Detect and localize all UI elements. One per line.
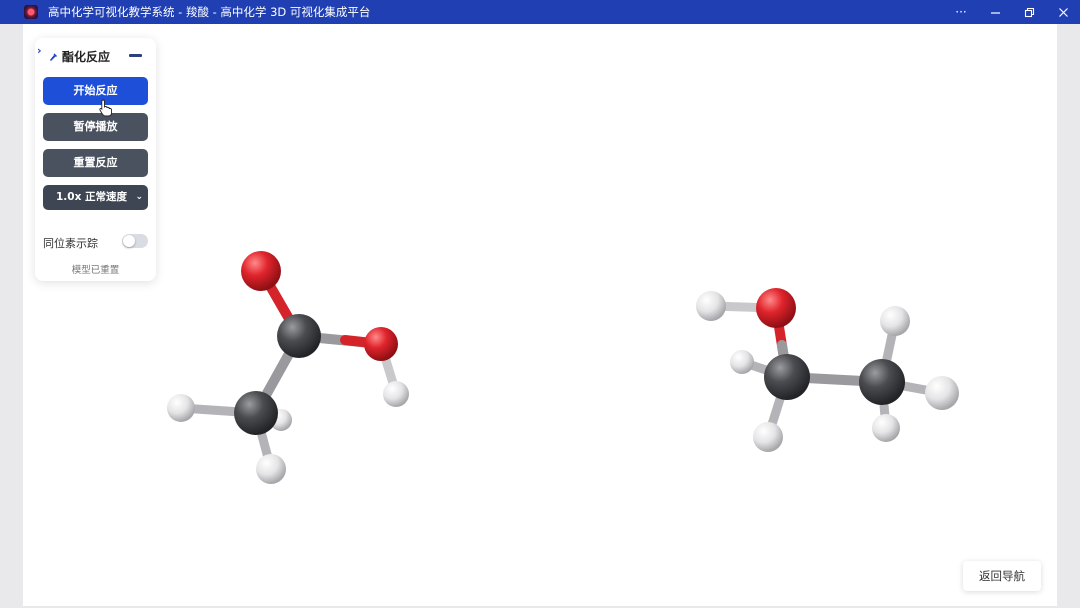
oxygen-atom[interactable]: [756, 288, 796, 328]
hydrogen-atom[interactable]: [880, 306, 910, 336]
ethanol-molecule[interactable]: [696, 288, 959, 452]
hydrogen-atom[interactable]: [383, 381, 409, 407]
collapse-panel-button[interactable]: [129, 54, 142, 57]
hydrogen-atom[interactable]: [730, 350, 754, 374]
speed-select[interactable]: 1.0x 正常速度 ⌄: [43, 185, 148, 210]
start-reaction-button[interactable]: 开始反应: [43, 77, 148, 105]
pin-icon: [50, 53, 58, 61]
reset-reaction-button[interactable]: 重置反应: [43, 149, 148, 177]
hydrogen-atom[interactable]: [167, 394, 195, 422]
panel-title: 酯化反应: [62, 50, 111, 64]
pause-playback-button[interactable]: 暂停播放: [43, 113, 148, 141]
status-text: 模型已重置: [71, 265, 120, 276]
toggle-knob: [123, 235, 135, 247]
isotope-tracing-toggle[interactable]: [122, 234, 148, 248]
acetic-acid-molecule[interactable]: [167, 251, 409, 484]
isotope-tracing-label: 同位素示踪: [43, 237, 98, 250]
carbon-atom[interactable]: [277, 314, 321, 358]
speed-select-value: 1.0x 正常速度: [56, 191, 128, 203]
carbon-atom[interactable]: [764, 354, 810, 400]
hydrogen-atom[interactable]: [872, 414, 900, 442]
return-navigation-button[interactable]: 返回导航: [963, 561, 1041, 591]
molecule-scene[interactable]: [0, 0, 1080, 608]
hydrogen-atom[interactable]: [925, 376, 959, 410]
oxygen-atom[interactable]: [241, 251, 281, 291]
hydrogen-atom[interactable]: [753, 422, 783, 452]
reaction-control-panel: › 酯化反应 开始反应 暂停播放 重置反应 1.0x 正常速度 ⌄ 同位素示踪 …: [35, 38, 156, 281]
hydrogen-atom[interactable]: [696, 291, 726, 321]
mouse-pointer-icon: [99, 99, 112, 117]
oxygen-atom[interactable]: [364, 327, 398, 361]
panel-header: › 酯化反应: [35, 38, 156, 72]
hydrogen-atom[interactable]: [256, 454, 286, 484]
carbon-atom[interactable]: [859, 359, 905, 405]
carbon-atom[interactable]: [234, 391, 278, 435]
chevron-down-icon: ⌄: [135, 192, 143, 202]
bonds: [176, 267, 401, 474]
